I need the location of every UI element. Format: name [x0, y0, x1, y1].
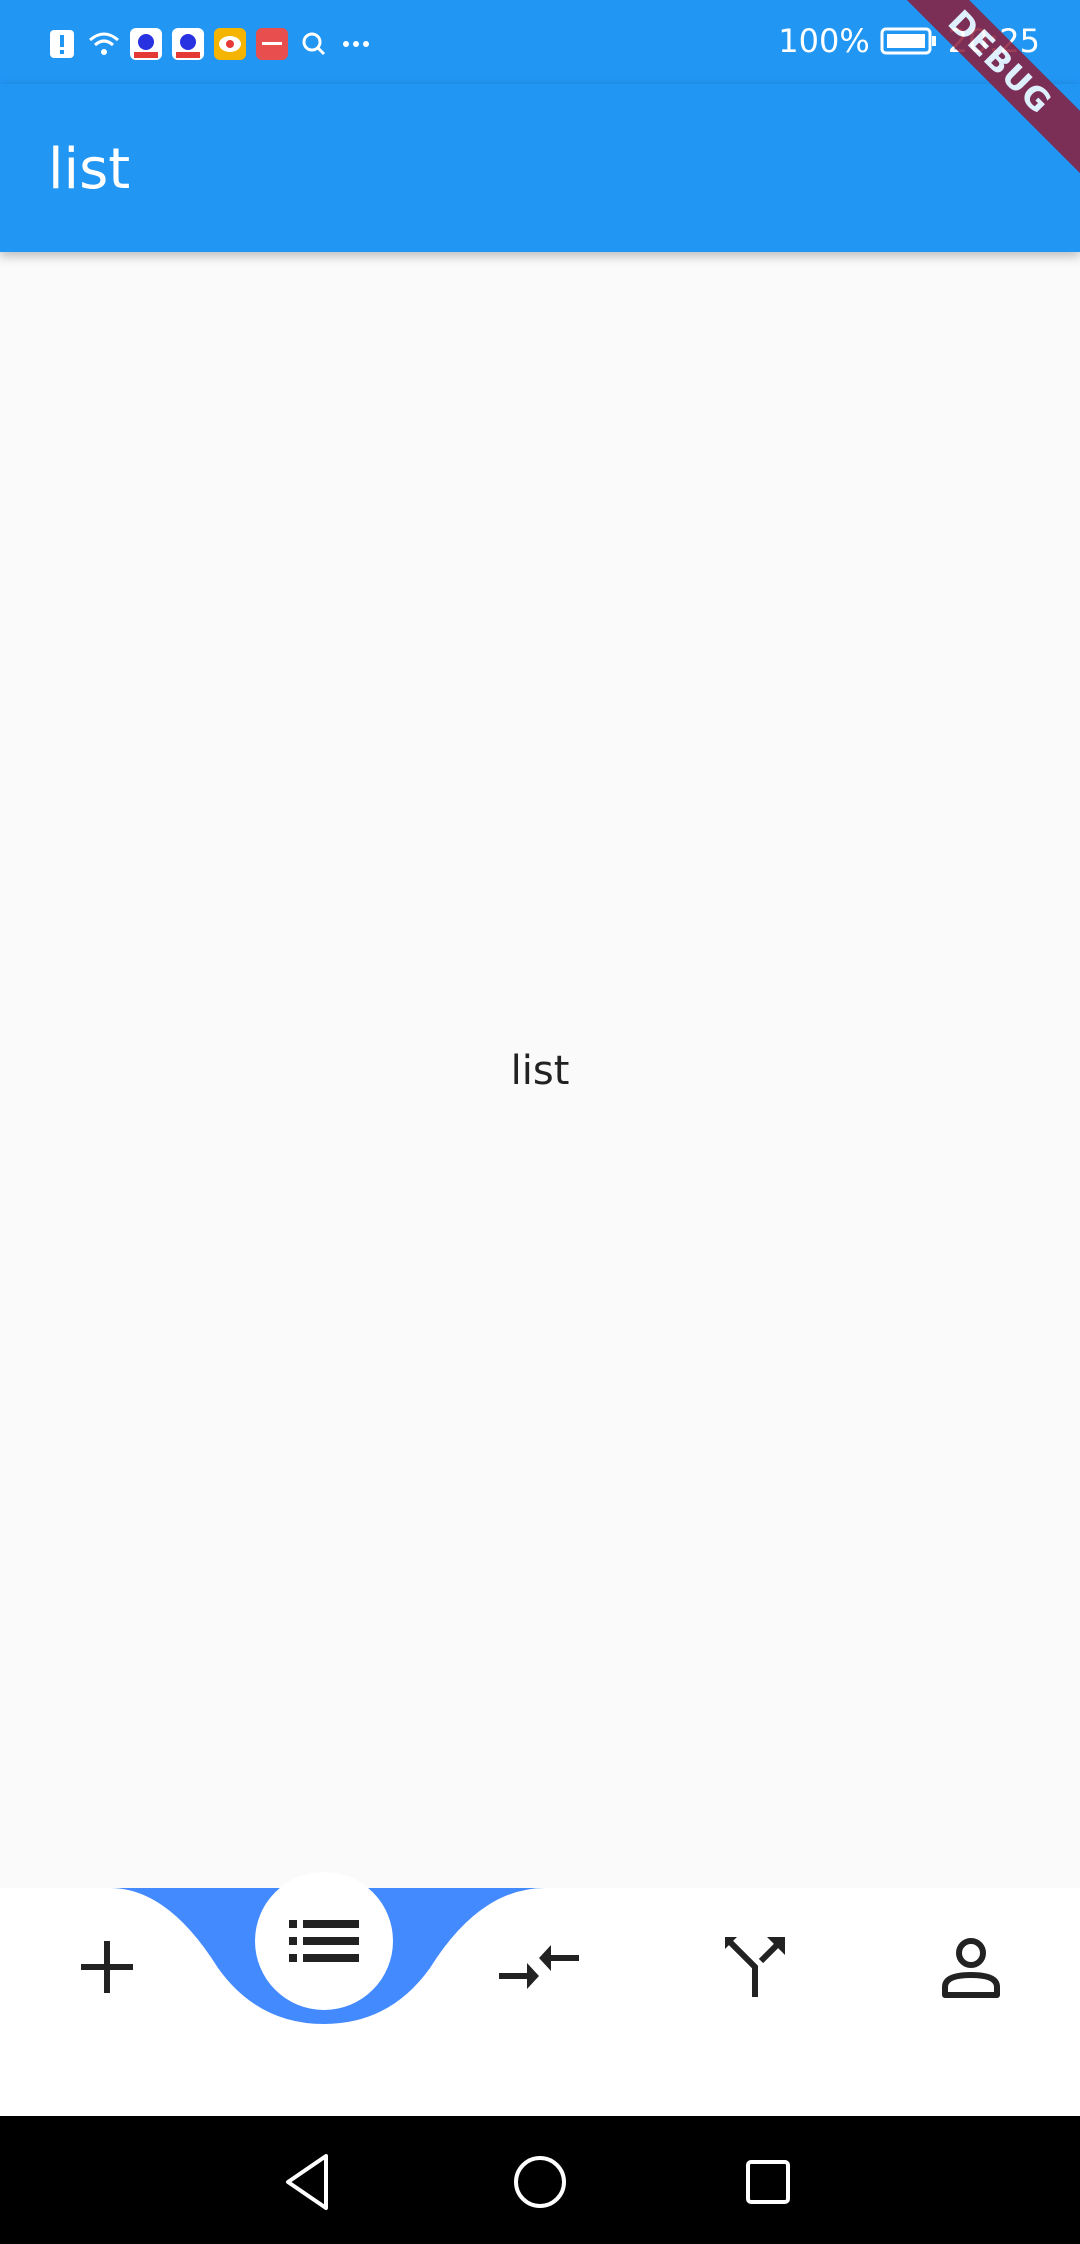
baidu-icon — [130, 28, 162, 60]
wifi-icon — [89, 32, 119, 55]
nav-item-person[interactable] — [916, 1912, 1026, 2022]
body-text: list — [510, 1048, 570, 1094]
app-bar: list — [0, 84, 1080, 252]
weibo-icon — [214, 28, 246, 60]
huawei-icon — [256, 28, 288, 60]
list-icon — [289, 1920, 359, 1962]
search-icon — [302, 32, 326, 56]
back-button[interactable] — [278, 2150, 342, 2214]
bottom-navigation-bar — [0, 1872, 1080, 2116]
status-bar: 100% 20:25 — [0, 0, 1080, 84]
call-split-icon — [725, 1937, 785, 1997]
nav-item-add[interactable] — [52, 1912, 162, 2022]
page-title: list — [48, 137, 131, 202]
plus-icon — [81, 1941, 133, 1993]
system-navigation-bar — [0, 2116, 1080, 2244]
more-dots-icon — [343, 41, 369, 47]
alert-icon — [50, 30, 74, 58]
nav-item-list[interactable] — [255, 1872, 393, 2010]
home-button[interactable] — [508, 2150, 572, 2214]
battery-percentage: 100% — [778, 22, 870, 60]
battery-icon — [880, 27, 936, 55]
baidu-icon — [172, 28, 204, 60]
nav-item-call-split[interactable] — [700, 1912, 810, 2022]
compare-arrows-icon — [499, 1945, 579, 1989]
person-icon — [942, 1938, 1000, 1998]
nav-item-compare[interactable] — [484, 1912, 594, 2022]
recents-button[interactable] — [736, 2150, 800, 2214]
notification-icons — [44, 24, 374, 64]
